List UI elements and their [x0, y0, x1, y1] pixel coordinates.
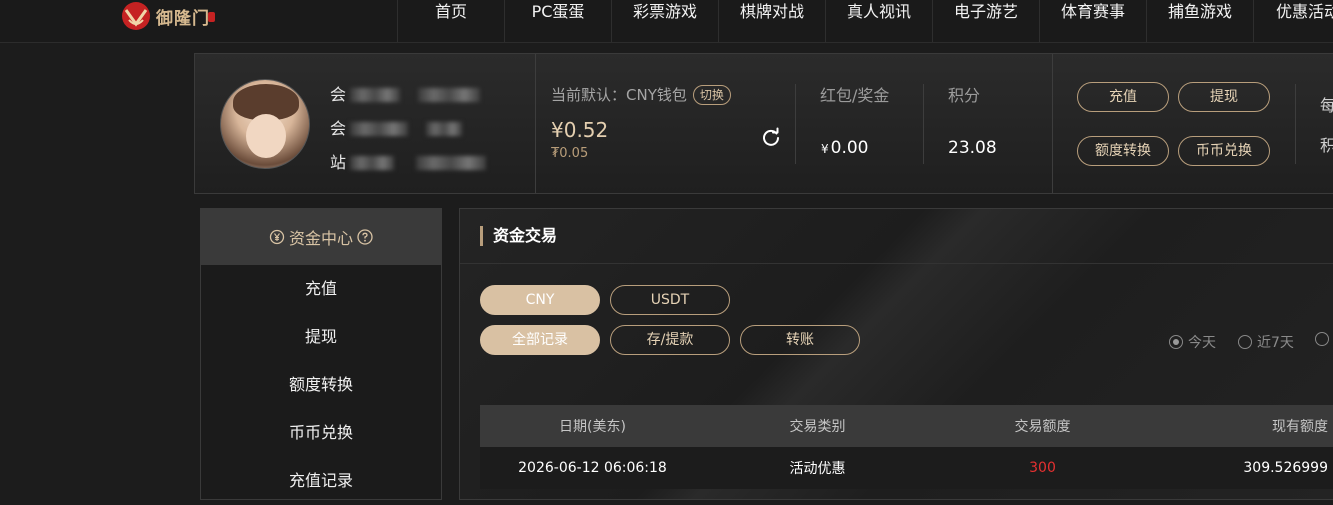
nav-sports[interactable]: 体育赛事: [1039, 0, 1146, 42]
sidebar-item-deposit[interactable]: 充值: [201, 265, 441, 313]
refresh-icon[interactable]: [761, 127, 781, 147]
funds-center-title: 资金中心: [288, 229, 353, 248]
user-line-label: 会: [330, 119, 347, 138]
coin-exchange-button[interactable]: 币币兑换: [1178, 136, 1270, 166]
sidebar-item-transfer[interactable]: 额度转换: [201, 361, 441, 409]
main-nav: 首页 PC蛋蛋 彩票游戏 棋牌对战 真人视讯 电子游艺 体育赛事 捕鱼游戏 优惠…: [397, 0, 1333, 42]
tab-usdt[interactable]: USDT: [610, 285, 730, 315]
account-summary-panel: 会 会 站 当前默认：CNY钱包 切换 ¥0.52 ₮0.05 红包/奖金 ¥0…: [194, 53, 1333, 194]
page-title: 资金交易: [480, 226, 557, 246]
column-header-type: 交易类别: [789, 419, 846, 435]
side-hint-daily: 每: [1320, 96, 1333, 115]
nav-promotions[interactable]: 优惠活动: [1253, 0, 1333, 42]
yuan-coin-icon: [269, 229, 285, 245]
redacted-text: [426, 122, 463, 136]
nav-lottery[interactable]: 彩票游戏: [611, 0, 718, 42]
column-header-balance: 现有额度: [1272, 419, 1328, 435]
divider: [535, 54, 536, 193]
column-header-date: 日期(美东): [559, 419, 626, 435]
column-header-amount: 交易额度: [1014, 419, 1071, 435]
switch-wallet-button[interactable]: 切换: [692, 84, 731, 105]
wallet-label: 当前默认：CNY钱包: [551, 86, 687, 104]
redacted-text: [350, 88, 401, 102]
wallet-header: 当前默认：CNY钱包 切换: [551, 84, 731, 105]
nav-fishing[interactable]: 捕鱼游戏: [1146, 0, 1253, 42]
transfer-button[interactable]: 额度转换: [1077, 136, 1169, 166]
tab-cny[interactable]: CNY: [480, 285, 600, 315]
points-value: 23.08: [948, 138, 997, 158]
filter-last-7-days-label: 近7天: [1257, 335, 1294, 351]
funds-center-menu: 资金中心 充值 提现 额度转换 币币兑换 充值记录: [200, 208, 442, 500]
filter-last-7-days[interactable]: 近7天: [1238, 332, 1294, 352]
redacted-text: [416, 156, 487, 170]
bonus-value: ¥0.00: [821, 138, 869, 158]
bonus-label: 红包/奖金: [820, 86, 890, 105]
nav-live-casino[interactable]: 真人视讯: [825, 0, 932, 42]
tab-deposit-withdraw[interactable]: 存/提款: [610, 325, 730, 355]
sidebar-item-coin-exchange[interactable]: 币币兑换: [201, 409, 441, 457]
top-navigation-bar: 御隆门 首页 PC蛋蛋 彩票游戏 棋牌对战 真人视讯 电子游艺 体育赛事 捕鱼游…: [0, 0, 1333, 43]
user-line-account: 会: [330, 78, 486, 112]
nav-home[interactable]: 首页: [397, 0, 504, 42]
cell-type: 活动优惠: [789, 461, 846, 477]
radio-selected-icon: [1169, 335, 1183, 349]
transactions-table: 日期(美东) 交易类别 交易额度 现有额度 2026-06-12 06:06:1…: [480, 405, 1333, 489]
avatar-face: [246, 114, 286, 158]
nav-slots[interactable]: 电子游艺: [932, 0, 1039, 42]
filter-more[interactable]: [1315, 332, 1333, 346]
divider: [1052, 54, 1053, 193]
user-line-label: 站: [330, 153, 347, 172]
sidebar-item-deposit-records[interactable]: 充值记录: [201, 457, 441, 505]
table-header: 日期(美东) 交易类别 交易额度 现有额度: [480, 405, 1333, 447]
redacted-text: [350, 156, 395, 170]
wallet-balance-usdt: ₮0.05: [551, 146, 589, 161]
cell-balance: 309.526999: [1243, 460, 1328, 476]
help-icon[interactable]: [357, 229, 373, 245]
logo-text: 御隆门: [156, 9, 210, 29]
nav-chess-cards[interactable]: 棋牌对战: [718, 0, 825, 42]
nav-pc-dandan[interactable]: PC蛋蛋: [504, 0, 611, 42]
wallet-balance: ¥0.52: [551, 118, 609, 142]
tab-all-records[interactable]: 全部记录: [480, 325, 600, 355]
points-label: 积分: [948, 86, 981, 105]
user-line-label: 会: [330, 85, 347, 104]
cell-amount: 300: [1029, 460, 1056, 476]
site-logo[interactable]: 御隆门: [120, 0, 230, 32]
panel-header: 资金交易: [460, 209, 1333, 264]
divider: [923, 84, 924, 164]
radio-unselected-icon: [1238, 335, 1252, 349]
logo-red-mark: [208, 12, 215, 22]
divider: [1295, 84, 1296, 164]
bonus-currency: ¥: [821, 142, 829, 156]
redacted-text: [350, 122, 409, 136]
side-hint-points: 积: [1320, 136, 1333, 155]
redacted-text: [418, 88, 481, 102]
funds-center-header: 资金中心: [201, 209, 441, 265]
table-row: 2026-06-12 06:06:18 活动优惠 300 309.526999: [480, 447, 1333, 489]
sidebar-item-withdraw[interactable]: 提现: [201, 313, 441, 361]
filter-today[interactable]: 今天: [1169, 332, 1216, 352]
deposit-button[interactable]: 充值: [1077, 82, 1169, 112]
user-line-site: 站: [330, 146, 487, 180]
logo-emblem-icon: [122, 2, 150, 30]
divider: [795, 84, 796, 164]
avatar[interactable]: [220, 79, 310, 169]
transactions-panel: 资金交易 CNY USDT 全部记录 存/提款 转账 今天 近7天 日期(美东)…: [459, 208, 1333, 500]
bonus-amount: 0.00: [830, 138, 869, 158]
user-line-level: 会: [330, 112, 486, 146]
tab-transfer[interactable]: 转账: [740, 325, 860, 355]
filter-today-label: 今天: [1188, 335, 1216, 351]
user-info: 会 会 站: [330, 78, 487, 180]
radio-unselected-icon: [1315, 332, 1329, 346]
withdraw-button[interactable]: 提现: [1178, 82, 1270, 112]
cell-date: 2026-06-12 06:06:18: [518, 460, 667, 476]
